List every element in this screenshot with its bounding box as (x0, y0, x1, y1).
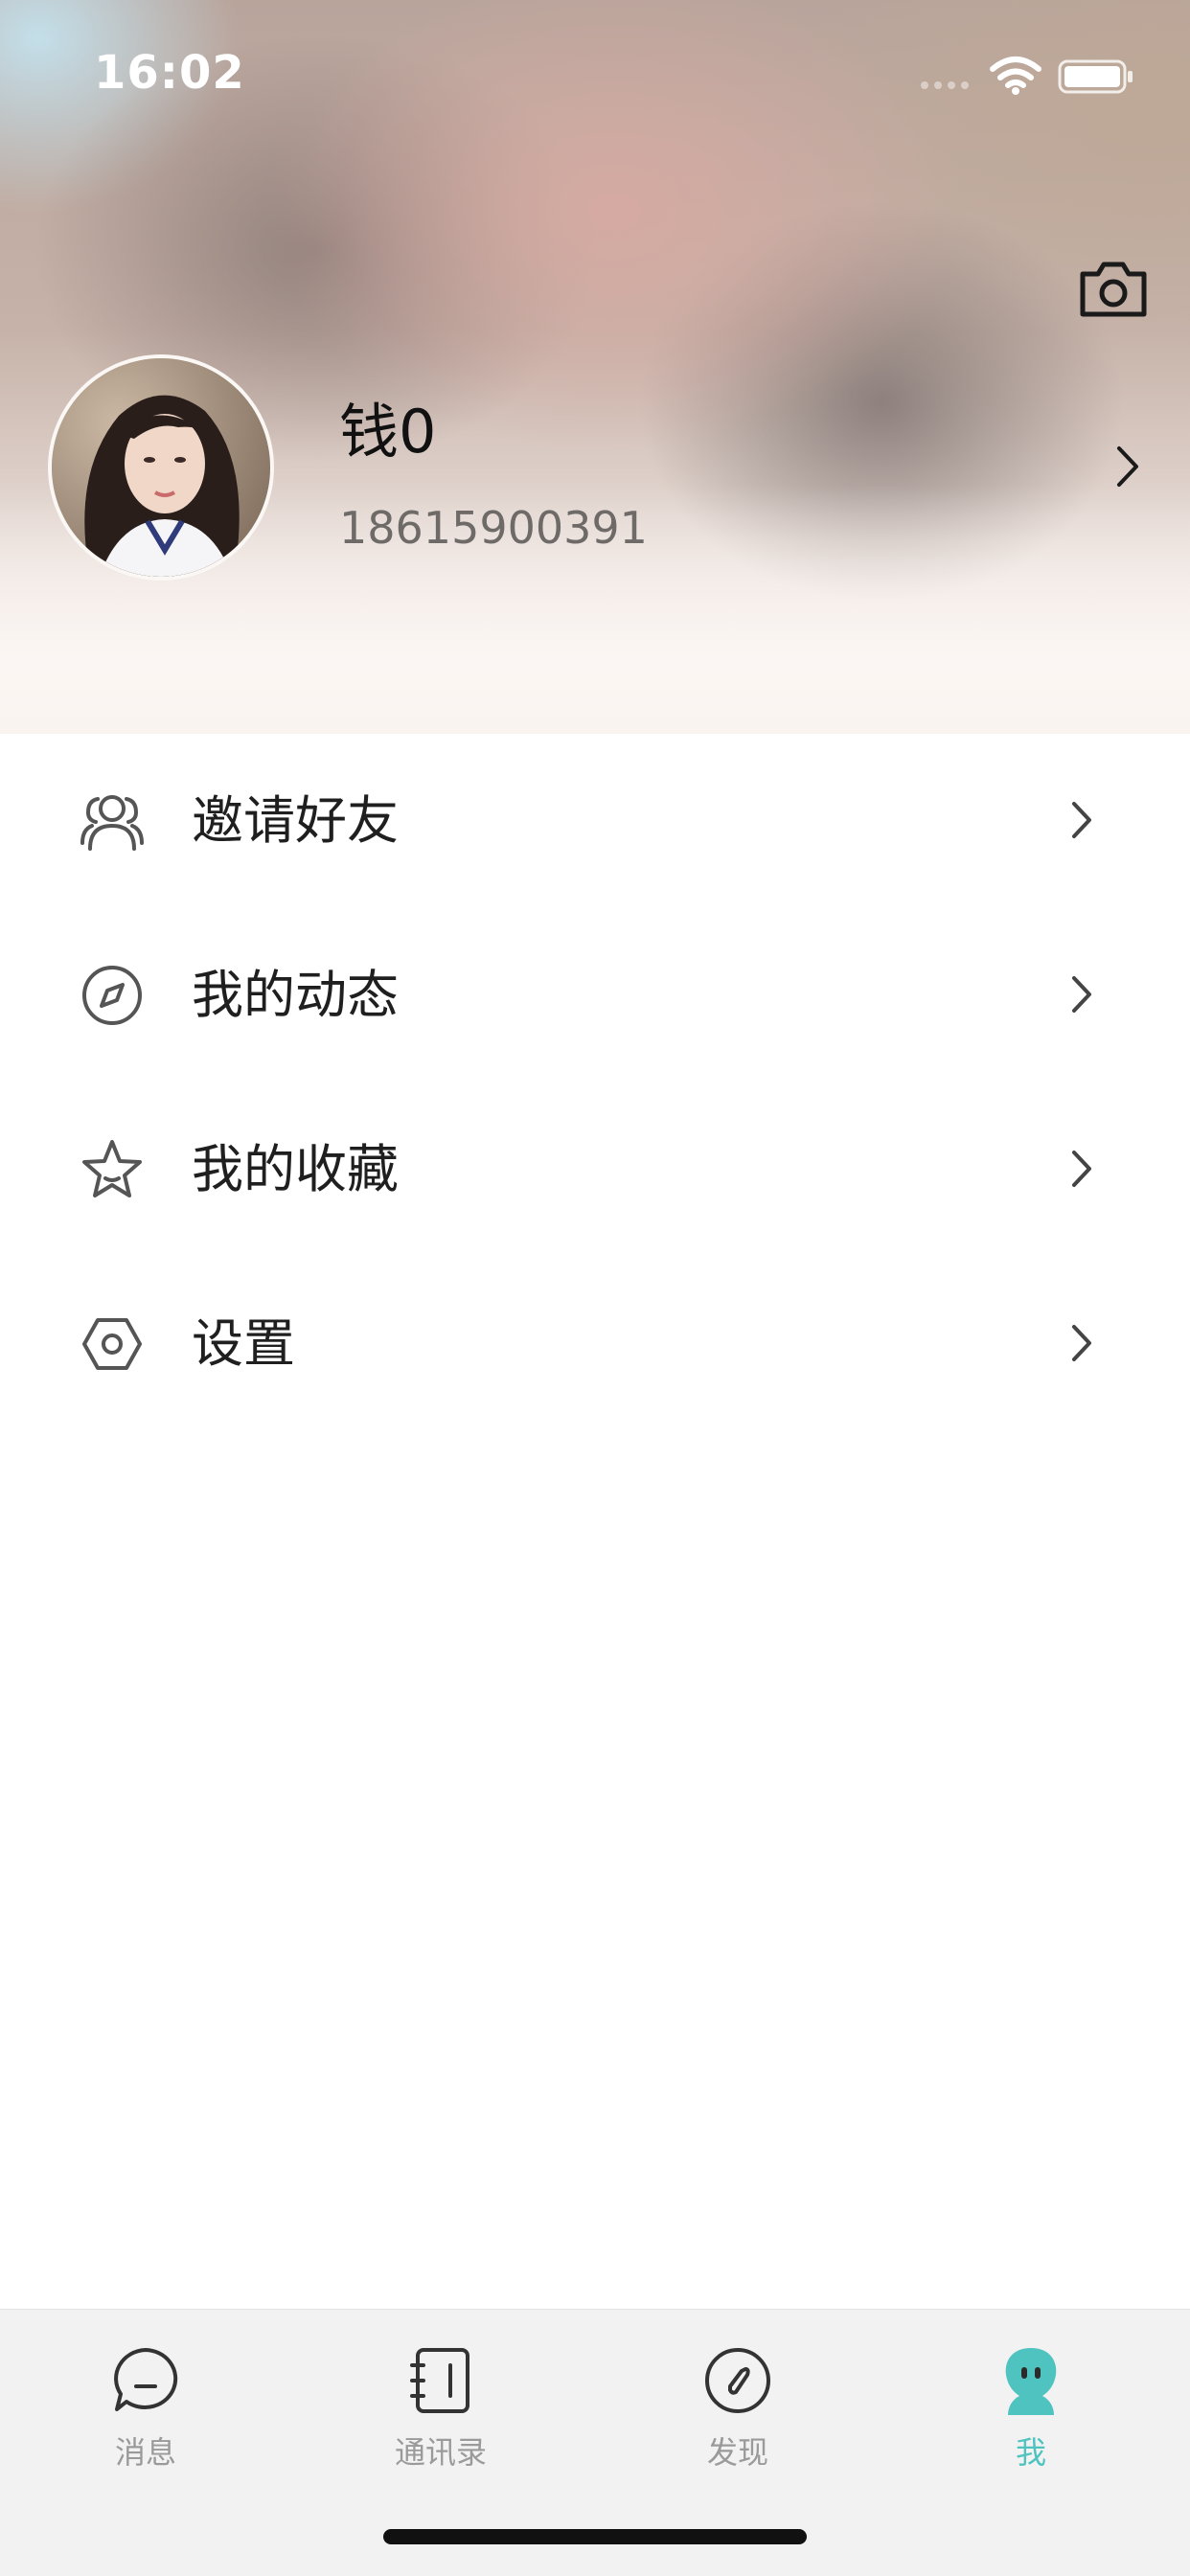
menu-item-invite-friends[interactable]: 邀请好友 (0, 734, 1190, 908)
tab-label: 发现 (706, 2434, 768, 2471)
camera-icon[interactable] (1077, 257, 1150, 320)
home-indicator[interactable] (383, 2529, 807, 2544)
menu-item-label: 我的收藏 (192, 1139, 399, 1199)
battery-icon (1058, 59, 1133, 94)
tab-label: 消息 (114, 2434, 176, 2471)
star-icon (82, 1140, 142, 1197)
chat-bubble-icon (114, 2348, 178, 2411)
menu-item-settings[interactable]: 设置 (0, 1257, 1190, 1431)
menu-item-label: 设置 (192, 1313, 295, 1374)
chevron-right-icon (1072, 976, 1091, 1013)
tab-contacts[interactable]: 通讯录 (355, 2344, 527, 2478)
contacts-book-icon (410, 2348, 469, 2413)
compass-icon (705, 2348, 770, 2413)
chevron-right-icon (1072, 1325, 1091, 1361)
tab-label: 通讯录 (394, 2434, 487, 2471)
menu-item-my-favorites[interactable]: 我的收藏 (0, 1083, 1190, 1257)
avatar[interactable] (48, 354, 274, 581)
tab-messages[interactable]: 消息 (59, 2344, 232, 2478)
chevron-right-icon[interactable] (1115, 445, 1140, 489)
profile-header: 16:02 钱0 18615900391 (0, 0, 1190, 734)
chevron-right-icon (1072, 1151, 1091, 1187)
compass-icon (82, 966, 142, 1025)
menu-item-label: 我的动态 (192, 965, 399, 1025)
tab-label: 我 (1015, 2434, 1046, 2471)
menu-item-my-moments[interactable]: 我的动态 (0, 908, 1190, 1083)
profile-name: 钱0 (339, 397, 437, 467)
hexagon-gear-icon (82, 1318, 142, 1370)
wifi-icon (990, 57, 1041, 95)
signal-icon (921, 81, 969, 89)
profile-phone: 18615900391 (339, 502, 648, 554)
tab-discover[interactable]: 发现 (652, 2344, 824, 2478)
menu-item-label: 邀请好友 (192, 790, 399, 851)
chevron-right-icon (1072, 802, 1091, 838)
tab-me[interactable]: 我 (945, 2344, 1117, 2478)
avatar-photo (52, 358, 270, 577)
ghost-icon (1005, 2348, 1057, 2415)
menu-list: 邀请好友 我的动态 我的收藏 设置 (0, 734, 1190, 1431)
users-icon (80, 795, 144, 851)
status-time: 16:02 (94, 46, 245, 100)
